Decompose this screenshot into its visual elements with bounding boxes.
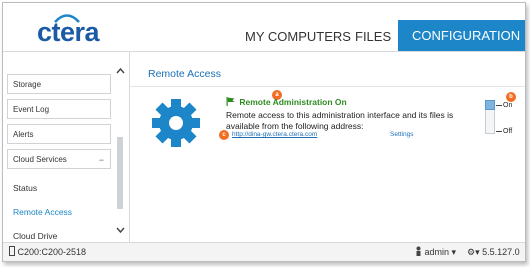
callout-badge-c: c: [219, 130, 229, 140]
toggle-knob[interactable]: [485, 100, 495, 110]
logo-text: ctera: [37, 17, 100, 47]
caret-down-icon[interactable]: ▾: [452, 247, 457, 257]
sidebar-item-cloud-services[interactable]: Cloud Services −: [7, 149, 111, 169]
ctera-logo[interactable]: ctera: [37, 11, 107, 47]
sidebar-item-status[interactable]: Status: [13, 183, 37, 193]
user-icon: [416, 246, 421, 256]
tab-my-computers[interactable]: MY COMPUTERS: [245, 29, 351, 44]
version-number: 5.5.127.0: [482, 247, 520, 257]
status-bar: C200:C200-2518 admin ▾ ⚙▾ 5.5.127.0: [3, 242, 525, 261]
flag-icon: [226, 97, 235, 106]
tab-configuration[interactable]: CONFIGURATION: [398, 20, 525, 51]
tick-mark: [496, 131, 502, 132]
sidebar-item-alerts[interactable]: Alerts: [7, 124, 111, 144]
toggle-on-label: On: [503, 102, 513, 109]
divider: [130, 86, 525, 87]
callout-badge-b: b: [506, 92, 516, 102]
sidebar-scrollbar[interactable]: [115, 67, 125, 242]
collapse-icon[interactable]: −: [99, 150, 104, 170]
user-menu[interactable]: admin ▾: [415, 243, 457, 261]
remote-access-toggle[interactable]: [485, 100, 495, 134]
sidebar-item-event-log[interactable]: Event Log: [7, 99, 111, 119]
sidebar-item-cloud-drive[interactable]: Cloud Drive: [13, 231, 57, 241]
device-name: C200:C200-2518: [17, 247, 87, 257]
device-info: C200:C200-2518: [9, 243, 87, 261]
sidebar-item-label: Cloud Services: [13, 155, 67, 164]
main-panel: Remote Access a Remote Administration On…: [130, 52, 525, 242]
toggle-off-label: Off: [503, 128, 513, 135]
device-icon: [9, 246, 15, 256]
tab-files[interactable]: FILES: [355, 29, 391, 44]
sidebar: Storage Event Log Alerts Cloud Services …: [3, 52, 130, 242]
gear-icon[interactable]: ⚙▾: [467, 247, 480, 257]
app-window: ctera MY COMPUTERS FILES CONFIGURATION S…: [2, 2, 526, 262]
gear-icon: [152, 99, 200, 147]
status-text: Remote Administration On: [239, 97, 347, 107]
sidebar-item-storage[interactable]: Storage: [7, 74, 111, 94]
version-info: ⚙▾ 5.5.127.0: [467, 243, 520, 261]
username: admin: [424, 247, 450, 257]
settings-link[interactable]: Settings: [390, 131, 414, 138]
chevron-up-icon[interactable]: [116, 67, 125, 74]
tick-mark: [496, 105, 502, 106]
sidebar-item-remote-access[interactable]: Remote Access: [13, 207, 72, 217]
header: ctera MY COMPUTERS FILES CONFIGURATION: [3, 3, 525, 52]
description-text: Remote access to this administration int…: [226, 110, 454, 131]
chevron-down-icon[interactable]: [116, 227, 125, 234]
scroll-thumb[interactable]: [117, 137, 123, 209]
remote-access-link[interactable]: http://dina-gw.ctera.ctera.com: [232, 131, 317, 138]
page-title: Remote Access: [148, 68, 221, 80]
status-label: Remote Administration On: [226, 97, 347, 107]
